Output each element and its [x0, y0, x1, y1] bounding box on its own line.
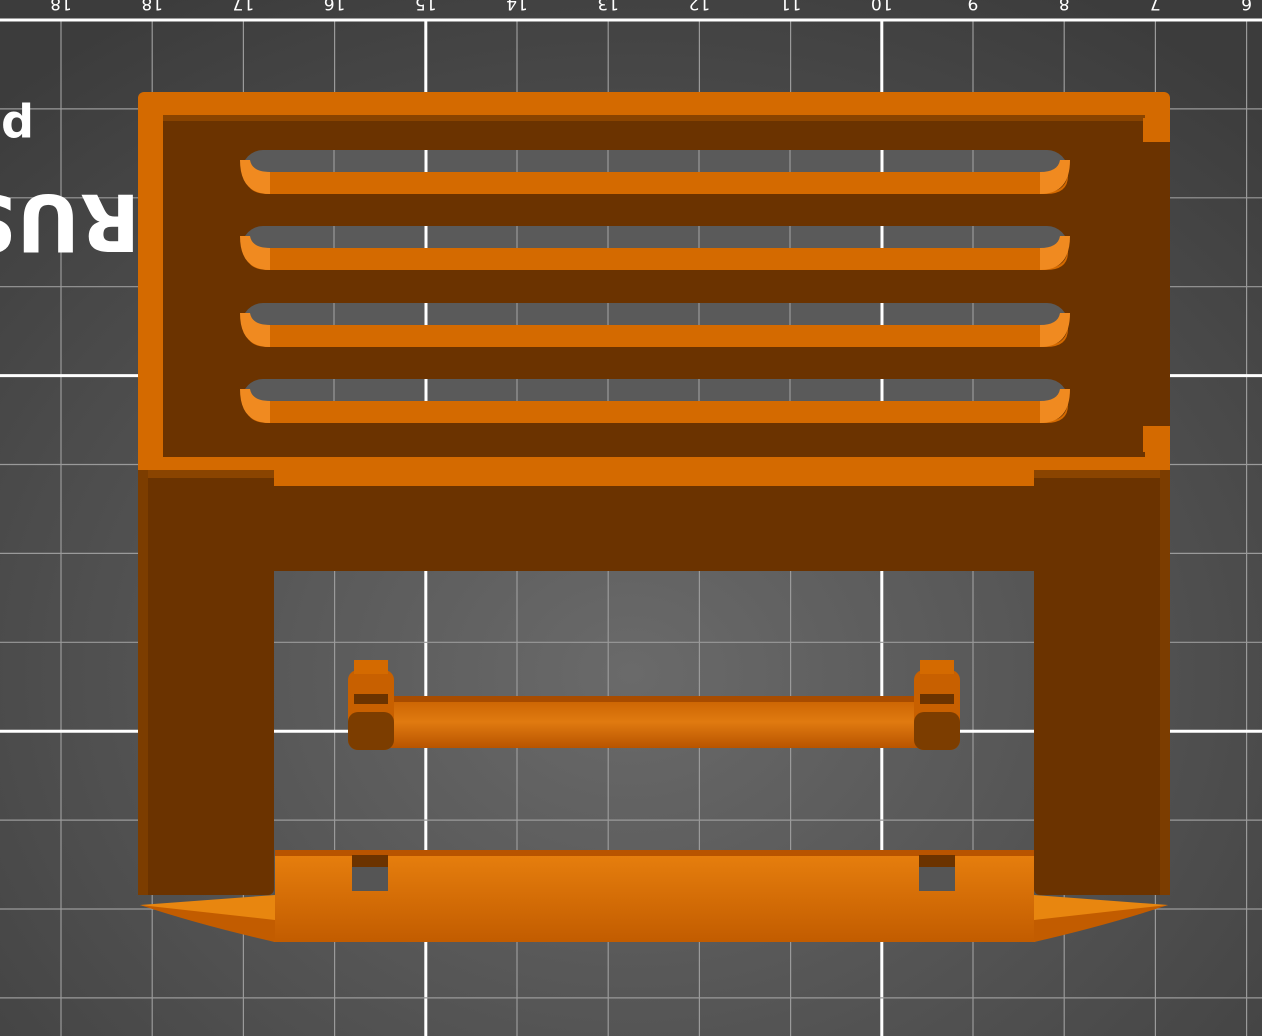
- ruler-tick-label: 13: [597, 0, 619, 13]
- svg-text:15: 15: [415, 0, 437, 13]
- vent-slot: [240, 379, 1070, 423]
- ruler-tick-label: 16: [324, 0, 346, 13]
- ruler-tick-label: 15: [415, 0, 437, 13]
- frame-bottom-rail: [138, 457, 1170, 476]
- right-leg: [1034, 470, 1170, 895]
- lip-hole-left: [352, 867, 388, 891]
- ruler-tick-label: 17: [233, 0, 255, 13]
- ruler-tick-label: 6: [1241, 0, 1252, 13]
- svg-text:18: 18: [141, 0, 163, 13]
- scene-canvas[interactable]: 18 18 17 16 15 14 13 12 11 10 9 8 7 6 RUSA p: [0, 0, 1262, 1036]
- svg-text:14: 14: [506, 0, 528, 13]
- notch-top-lip: [1143, 118, 1167, 142]
- ruler-tick-label: 11: [780, 0, 802, 13]
- ruler-tick-label: 10: [871, 0, 893, 13]
- front-lip: [140, 850, 1168, 942]
- vent-slot: [240, 150, 1070, 194]
- svg-text:18: 18: [50, 0, 72, 13]
- back-wall-top-edge: [270, 476, 1038, 486]
- grille-side-notch: [1143, 142, 1170, 426]
- 3d-viewport[interactable]: 18 18 17 16 15 14 13 12 11 10 9 8 7 6 RUSA p: [0, 0, 1262, 1036]
- bed-brand-letter: p: [1, 101, 34, 155]
- ruler-tick-label: 7: [1150, 0, 1161, 13]
- svg-text:17: 17: [233, 0, 255, 13]
- lip-hole-right: [919, 867, 955, 891]
- svg-text:13: 13: [597, 0, 619, 13]
- svg-text:6: 6: [1241, 0, 1252, 13]
- ruler-tick-label: 14: [506, 0, 528, 13]
- svg-text:11: 11: [780, 0, 802, 13]
- back-wall: [270, 476, 1038, 571]
- svg-text:8: 8: [1059, 0, 1070, 13]
- left-leg: [138, 470, 274, 895]
- ruler-tick-label: 8: [1059, 0, 1070, 13]
- ruler-tick-label: 12: [689, 0, 711, 13]
- ruler-tick-label: 9: [968, 0, 979, 13]
- vent-slot: [240, 303, 1070, 347]
- lip-hole-right-slot: [919, 855, 955, 867]
- brand-letter: p: [1, 101, 34, 155]
- ruler-tick-label: 18: [50, 0, 72, 13]
- svg-text:10: 10: [871, 0, 893, 13]
- bed-brand-logo: RUSA: [0, 176, 140, 266]
- notch-bottom-lip: [1143, 426, 1167, 452]
- vent-slot: [240, 226, 1070, 270]
- svg-text:16: 16: [324, 0, 346, 13]
- svg-text:7: 7: [1150, 0, 1161, 13]
- brand-text: RUSA: [0, 176, 140, 266]
- ruler-tick-label: 18: [141, 0, 163, 13]
- grille-inner-edge: [163, 115, 1145, 121]
- svg-text:12: 12: [689, 0, 711, 13]
- lip-hole-left-slot: [352, 855, 388, 867]
- svg-text:9: 9: [968, 0, 979, 13]
